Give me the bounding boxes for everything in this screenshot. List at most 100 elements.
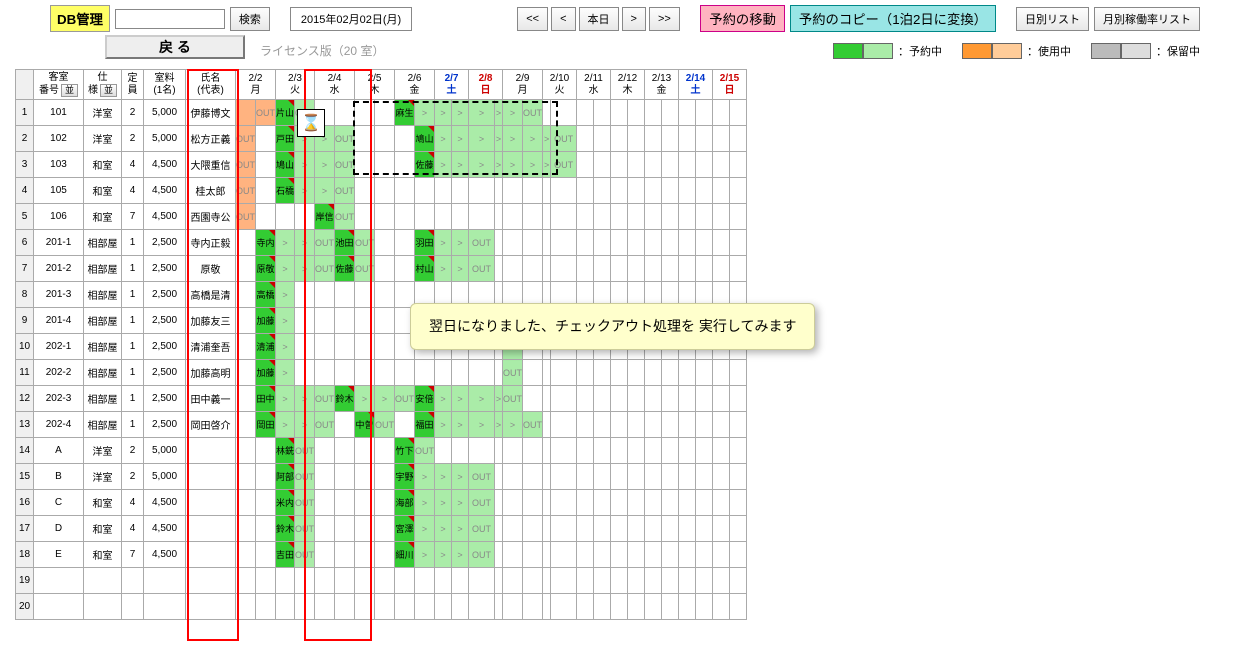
resv-cell[interactable] [662, 256, 679, 282]
sort-type[interactable]: 並 [100, 84, 117, 97]
resv-cell[interactable] [375, 438, 395, 464]
resv-cell[interactable]: > [415, 464, 435, 490]
resv-cell[interactable] [523, 464, 543, 490]
resv-cell[interactable] [469, 178, 495, 204]
resv-cell[interactable] [256, 152, 276, 178]
resv-cell[interactable] [679, 412, 696, 438]
resv-cell[interactable] [295, 282, 315, 308]
resv-cell[interactable]: > [452, 386, 469, 412]
resv-cell[interactable] [645, 230, 662, 256]
resv-cell[interactable] [611, 542, 628, 568]
resv-cell[interactable]: > [452, 256, 469, 282]
cell-room[interactable]: 106 [34, 204, 84, 230]
resv-cell[interactable]: 岸信 [315, 204, 335, 230]
resv-cell[interactable] [645, 568, 662, 594]
resv-cell[interactable] [543, 464, 551, 490]
resv-cell[interactable]: 海部 [395, 490, 415, 516]
resv-cell[interactable] [315, 282, 335, 308]
hdr-date-2/3[interactable]: 2/3火 [276, 70, 315, 100]
resv-cell[interactable] [628, 126, 645, 152]
resv-cell[interactable] [523, 360, 543, 386]
resv-cell[interactable] [611, 594, 628, 620]
resv-cell[interactable] [713, 360, 730, 386]
resv-cell[interactable]: > [276, 256, 295, 282]
resv-cell[interactable] [713, 100, 730, 126]
resv-cell[interactable] [355, 490, 375, 516]
resv-cell[interactable] [611, 438, 628, 464]
resv-cell[interactable] [730, 178, 747, 204]
resv-cell[interactable] [256, 490, 276, 516]
cell-room[interactable]: 201-2 [34, 256, 84, 282]
resv-cell[interactable] [494, 490, 502, 516]
resv-cell[interactable] [679, 464, 696, 490]
resv-cell[interactable] [662, 516, 679, 542]
resv-cell[interactable]: > [276, 360, 295, 386]
resv-cell[interactable] [679, 178, 696, 204]
resv-cell[interactable] [594, 438, 611, 464]
cell-room[interactable]: A [34, 438, 84, 464]
resv-cell[interactable] [276, 568, 295, 594]
resv-cell[interactable] [395, 412, 415, 438]
resv-cell[interactable] [355, 360, 375, 386]
resv-cell[interactable] [256, 204, 276, 230]
resv-cell[interactable] [611, 230, 628, 256]
resv-cell[interactable]: OUT [295, 542, 315, 568]
resv-cell[interactable] [611, 412, 628, 438]
resv-cell[interactable] [494, 204, 502, 230]
resv-cell[interactable]: > [452, 412, 469, 438]
resv-cell[interactable] [645, 438, 662, 464]
resv-cell[interactable] [315, 568, 335, 594]
resv-cell[interactable] [375, 334, 395, 360]
resv-cell[interactable] [628, 386, 645, 412]
resv-cell[interactable]: > [276, 230, 295, 256]
cell-room[interactable]: 202-1 [34, 334, 84, 360]
resv-cell[interactable]: > [315, 152, 335, 178]
resv-cell[interactable]: > [435, 412, 452, 438]
resv-cell[interactable]: 寺内 [256, 230, 276, 256]
resv-cell[interactable] [452, 204, 469, 230]
cell-room[interactable]: 202-4 [34, 412, 84, 438]
resv-cell[interactable] [543, 542, 551, 568]
resv-cell[interactable] [236, 464, 256, 490]
resv-cell[interactable] [577, 542, 594, 568]
resv-cell[interactable] [679, 360, 696, 386]
cell-room[interactable]: 103 [34, 152, 84, 178]
resv-cell[interactable]: OUT [335, 178, 355, 204]
resv-cell[interactable] [415, 360, 435, 386]
resv-cell[interactable] [713, 542, 730, 568]
resv-cell[interactable] [551, 516, 577, 542]
resv-cell[interactable] [611, 256, 628, 282]
resv-cell[interactable] [236, 516, 256, 542]
resv-cell[interactable] [730, 516, 747, 542]
resv-cell[interactable] [551, 594, 577, 620]
resv-cell[interactable] [662, 178, 679, 204]
resv-cell[interactable] [662, 360, 679, 386]
resv-cell[interactable] [335, 308, 355, 334]
resv-cell[interactable] [503, 490, 523, 516]
resv-cell[interactable]: OUT [469, 490, 495, 516]
resv-cell[interactable]: > [494, 152, 502, 178]
resv-cell[interactable]: OUT [236, 204, 256, 230]
resv-cell[interactable] [730, 490, 747, 516]
resv-cell[interactable] [577, 438, 594, 464]
cell-room[interactable] [34, 568, 84, 594]
resv-cell[interactable] [523, 438, 543, 464]
resv-cell[interactable]: > [295, 178, 315, 204]
resv-cell[interactable] [315, 594, 335, 620]
resv-cell[interactable] [577, 594, 594, 620]
resv-cell[interactable]: 片山 [276, 100, 295, 126]
resv-cell[interactable] [523, 568, 543, 594]
resv-cell[interactable]: OUT [315, 256, 335, 282]
resv-cell[interactable] [696, 126, 713, 152]
monthly-list-button[interactable]: 月別稼働率リスト [1094, 7, 1200, 31]
resv-cell[interactable] [494, 516, 502, 542]
resv-cell[interactable] [551, 542, 577, 568]
resv-cell[interactable]: > [276, 386, 295, 412]
resv-cell[interactable]: OUT [469, 464, 495, 490]
resv-cell[interactable] [256, 594, 276, 620]
resv-cell[interactable] [236, 334, 256, 360]
resv-cell[interactable]: OUT [355, 256, 375, 282]
resv-cell[interactable] [730, 412, 747, 438]
resv-cell[interactable] [395, 256, 415, 282]
resv-cell[interactable]: > [415, 516, 435, 542]
